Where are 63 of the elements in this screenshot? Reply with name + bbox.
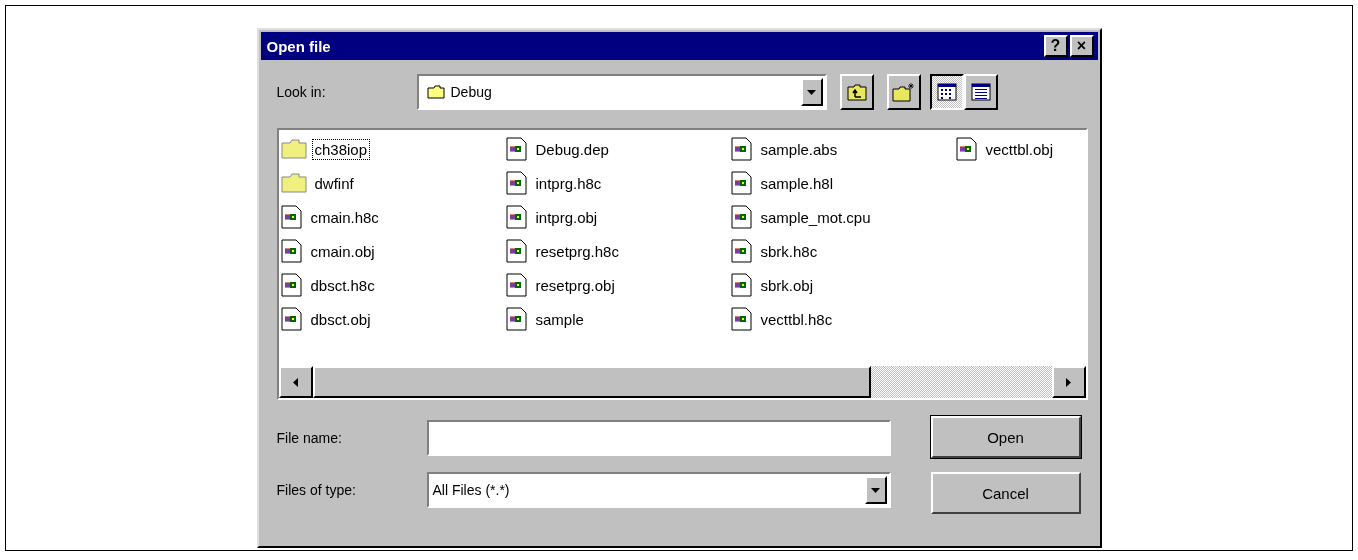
file-name[interactable]: sample	[532, 308, 587, 330]
open-button[interactable]: Open	[930, 416, 1081, 458]
file-icon	[505, 205, 528, 229]
file-icon	[730, 171, 753, 195]
folder-icon	[426, 85, 445, 99]
file-icon	[730, 205, 753, 229]
file-name[interactable]: sample.h8l	[757, 172, 837, 194]
file-name[interactable]: intprg.h8c	[532, 172, 605, 194]
look-in-label: Look in:	[276, 84, 327, 100]
file-name[interactable]: vecttbl.h8c	[757, 308, 836, 330]
file-type-dropdown[interactable]: All Files (*.*)	[426, 472, 891, 508]
folder-icon	[280, 139, 307, 159]
help-button[interactable]: ?	[1043, 35, 1068, 57]
file-icon	[505, 307, 528, 331]
file-name[interactable]: sample_mot.cpu	[757, 206, 874, 228]
file-name[interactable]: sample.abs	[757, 138, 841, 160]
file-name[interactable]: resetprg.h8c	[532, 240, 622, 262]
file-name[interactable]: intprg.obj	[532, 206, 601, 228]
file-name-field[interactable]	[426, 420, 891, 456]
list-view-button[interactable]	[929, 74, 964, 110]
new-folder-button[interactable]	[886, 74, 921, 110]
cancel-button[interactable]: Cancel	[930, 472, 1081, 514]
file-icon	[955, 137, 978, 161]
horizontal-scrollbar[interactable]	[278, 366, 1086, 398]
file-name[interactable]: Debug.dep	[532, 138, 612, 160]
file-name[interactable]: dwfinf	[311, 172, 357, 194]
file-name[interactable]: sbrk.h8c	[757, 240, 821, 262]
file-name[interactable]: resetprg.obj	[532, 274, 618, 296]
file-icon	[505, 137, 528, 161]
file-icon	[280, 273, 303, 297]
file-icon	[280, 307, 303, 331]
dropdown-arrow-icon	[871, 487, 880, 493]
file-name[interactable]: sbrk.obj	[757, 274, 817, 296]
look-in-dropdown[interactable]: Debug	[416, 74, 827, 110]
file-name[interactable]: dbsct.h8c	[307, 274, 378, 296]
file-icon	[505, 273, 528, 297]
dropdown-arrow-icon	[807, 89, 816, 95]
file-name[interactable]: ch38iop	[311, 138, 371, 160]
file-icon	[730, 273, 753, 297]
file-name[interactable]: cmain.obj	[307, 240, 378, 262]
details-view-button[interactable]	[963, 74, 998, 110]
scroll-right-icon	[1066, 377, 1071, 387]
file-type-label: Files of type:	[276, 482, 357, 498]
new-folder-icon	[891, 82, 916, 102]
file-name[interactable]: cmain.h8c	[307, 206, 382, 228]
file-name[interactable]: vecttbl.obj	[982, 138, 1057, 160]
file-icon	[280, 239, 303, 263]
file-icon	[730, 137, 753, 161]
file-icon	[730, 239, 753, 263]
scroll-left-icon	[293, 377, 298, 387]
file-name[interactable]: dbsct.obj	[307, 308, 374, 330]
file-icon	[505, 239, 528, 263]
list-view-icon	[936, 83, 957, 101]
close-button[interactable]: ×	[1069, 35, 1094, 57]
folder-icon	[280, 173, 307, 193]
file-icon	[730, 307, 753, 331]
window-title: Open file	[266, 37, 331, 55]
file-icon	[505, 171, 528, 195]
file-name-label: File name:	[276, 430, 343, 446]
folder-up-icon	[846, 83, 867, 101]
details-view-icon	[970, 83, 991, 101]
file-icon	[280, 205, 303, 229]
up-folder-button[interactable]	[839, 74, 874, 110]
